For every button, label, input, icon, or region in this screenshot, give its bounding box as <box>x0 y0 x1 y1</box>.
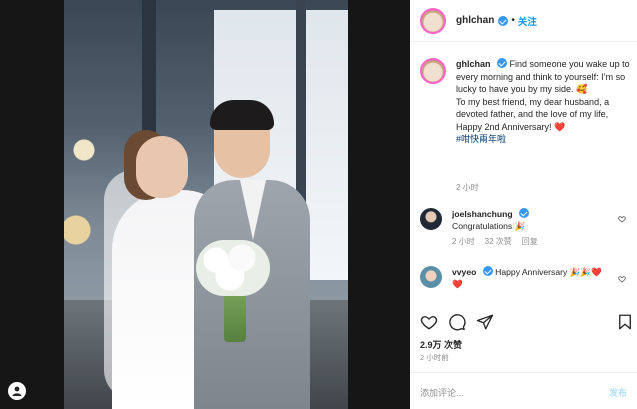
verified-badge-icon <box>498 15 509 26</box>
caption-body: ghlchan Find someone you wake up to ever… <box>456 58 630 146</box>
verified-badge-icon <box>482 266 493 276</box>
comment-avatar[interactable] <box>420 266 442 288</box>
caption-username[interactable]: ghlchan <box>456 59 491 69</box>
comment-item: vvyeo Happy Anniversary 🎉🎉❤️❤️ <box>420 266 632 290</box>
likes-count[interactable]: 2.9万 次赞 <box>420 338 462 351</box>
comment-item: joelshanchung Congratulations 🎉 2 小时 32 … <box>420 208 632 248</box>
caption-text-3: Happy 2nd Anniversary! ❤️ <box>456 121 566 132</box>
comment-icon[interactable] <box>448 313 466 331</box>
comment-body: joelshanchung Congratulations 🎉 2 小时 32 … <box>452 208 612 248</box>
post-time: 2 小时前 <box>420 353 449 362</box>
comment-username[interactable]: vvyeo <box>452 267 476 277</box>
post-actions <box>420 313 632 333</box>
comment-text: Congratulations 🎉 <box>452 221 526 231</box>
comment-like-heart-icon[interactable] <box>618 215 626 223</box>
share-icon[interactable] <box>476 313 494 331</box>
comment-likes[interactable]: 32 次赞 <box>485 236 512 248</box>
add-comment-bar: 添加评论... 发布 <box>410 372 637 409</box>
user-icon[interactable] <box>8 382 26 400</box>
comment-avatar[interactable] <box>420 208 442 230</box>
comment-input[interactable]: 添加评论... <box>420 386 464 399</box>
author-avatar[interactable] <box>420 7 446 34</box>
photo-bouquet-stems <box>224 290 246 342</box>
post-comment-button[interactable]: 发布 <box>609 386 627 399</box>
photo-flowers <box>64 110 104 310</box>
caption-time: 2 小时 <box>456 183 479 192</box>
heart-icon[interactable] <box>420 313 438 331</box>
comment-meta: 2 小时 32 次赞 回复 <box>452 236 612 248</box>
author-username[interactable]: ghlchan <box>456 15 494 26</box>
caption-avatar[interactable] <box>420 58 446 84</box>
bookmark-icon[interactable] <box>616 313 634 331</box>
caption-hashtag[interactable]: #咁快兩年啦 <box>456 134 506 144</box>
verified-badge-icon <box>519 208 530 218</box>
post-header: ghlchan • 关注 <box>410 0 637 42</box>
comment-like-heart-icon[interactable] <box>618 275 626 283</box>
caption-text-2: To my best friend, my dear husband, a de… <box>456 96 610 120</box>
photo-bouquet <box>196 240 270 296</box>
separator-dot: • <box>511 15 515 26</box>
follow-button[interactable]: 关注 <box>518 14 537 28</box>
post-panel: ghlchan • 关注 ghlchan Find someone you wa… <box>410 0 637 409</box>
photo-bride-head <box>136 136 188 198</box>
post-photo[interactable] <box>64 0 348 409</box>
comment-time: 2 小时 <box>452 237 475 246</box>
comment-reply-button[interactable]: 回复 <box>522 236 538 248</box>
post-caption: ghlchan Find someone you wake up to ever… <box>420 58 630 146</box>
user-glyph <box>12 386 22 396</box>
comment-username[interactable]: joelshanchung <box>452 209 513 219</box>
comment-body: vvyeo Happy Anniversary 🎉🎉❤️❤️ <box>452 266 612 290</box>
verified-badge-icon <box>497 58 508 68</box>
photo-groom-hair <box>210 100 274 130</box>
